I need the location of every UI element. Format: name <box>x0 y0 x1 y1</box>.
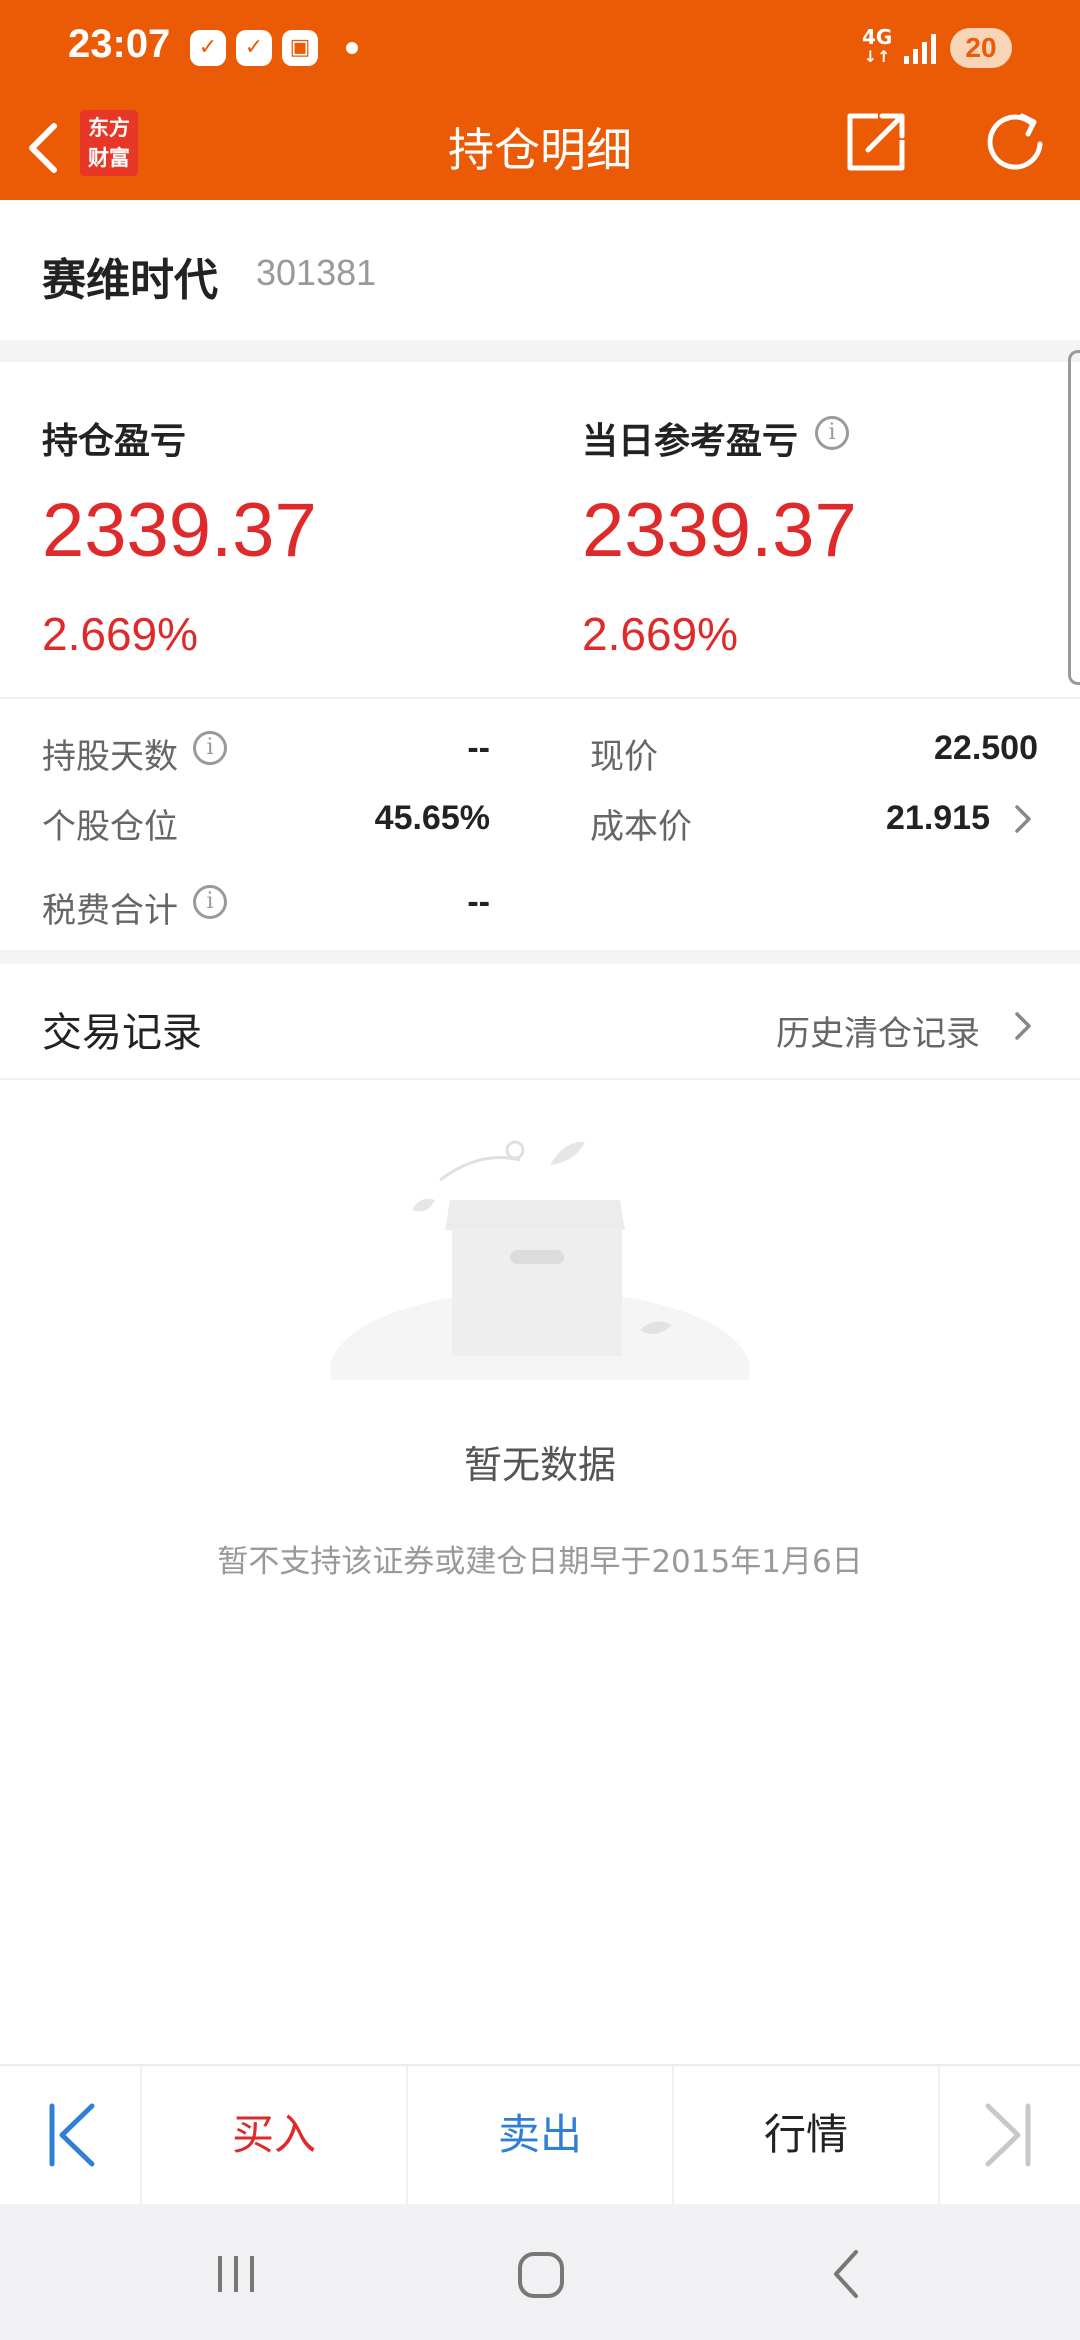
info-icon[interactable]: i <box>815 416 849 450</box>
skip-next-icon <box>985 2103 1031 2167</box>
current-price-label: 现价 <box>590 737 658 777</box>
refresh-icon[interactable] <box>978 104 1054 180</box>
chevron-right-icon[interactable] <box>1008 799 1038 839</box>
pnl-section: 持仓盈亏 2339.37 2.669% 当日参考盈亏 i 2339.37 2.6… <box>0 362 1080 697</box>
previous-stock-button[interactable] <box>0 2066 142 2204</box>
empty-state-note: 暂不支持该证券或建仓日期早于2015年1月6日 <box>217 1544 863 1580</box>
current-price-value: 22.500 <box>934 729 1038 767</box>
system-navigation-bar <box>0 2204 1080 2340</box>
gallery-scan-icon: ▣ <box>282 30 318 66</box>
recent-apps-icon[interactable] <box>212 2252 260 2296</box>
history-clearance-link[interactable]: 历史清仓记录 <box>776 1006 980 1055</box>
section-divider <box>0 950 1080 964</box>
position-ratio-label: 个股仓位 <box>42 807 178 847</box>
empty-box-illustration <box>330 1140 750 1380</box>
app-header: 23:07 ✓ ✓ ▣ 4G ↓↑ 20 东方 财富 持仓明细 <box>0 0 1080 200</box>
section-divider <box>0 340 1080 362</box>
cost-price-label[interactable]: 成本价 <box>590 799 692 848</box>
battery-indicator: 20 <box>950 28 1012 68</box>
daily-pnl-percent: 2.669% <box>582 608 739 660</box>
network-type: 4G ↓↑ <box>862 25 893 66</box>
skip-previous-icon <box>49 2103 95 2167</box>
next-stock-button[interactable] <box>940 2066 1080 2204</box>
chevron-right-icon[interactable] <box>1008 1006 1038 1046</box>
empty-state-title: 暂无数据 <box>463 1443 616 1487</box>
share-icon[interactable] <box>838 104 914 180</box>
stock-code: 301381 <box>256 252 377 293</box>
status-time: 23:07 <box>68 22 171 66</box>
notification-check-icon: ✓ <box>236 30 272 66</box>
hold-days-label: 持股天数 <box>42 737 178 777</box>
status-bar: 23:07 ✓ ✓ ▣ 4G ↓↑ 20 <box>0 0 1080 96</box>
position-pnl-percent: 2.669% <box>42 608 199 660</box>
position-pnl-value: 2339.37 <box>42 488 317 573</box>
nav-bar: 东方 财富 持仓明细 <box>0 96 1080 200</box>
home-icon[interactable] <box>516 2250 566 2300</box>
info-icon[interactable]: i <box>193 885 227 919</box>
fees-total-label: 税费合计 <box>42 891 178 931</box>
stock-header: 赛维时代 301381 <box>0 200 1080 340</box>
page-title: 持仓明细 <box>448 123 632 177</box>
stock-name: 赛维时代 <box>42 255 218 306</box>
scroll-indicator[interactable] <box>1068 350 1080 685</box>
position-ratio-value: 45.65% <box>374 799 490 837</box>
signal-icon <box>904 34 936 64</box>
position-pnl-label: 持仓盈亏 <box>42 421 187 462</box>
daily-pnl-label: 当日参考盈亏 <box>582 421 799 462</box>
cost-price-value[interactable]: 21.915 <box>800 799 990 838</box>
position-details: 持股天数 i -- 现价 22.500 个股仓位 45.65% 成本价 21.9… <box>0 699 1080 950</box>
trade-record-title: 交易记录 <box>42 1010 202 1056</box>
sell-button[interactable]: 卖出 <box>408 2066 674 2204</box>
notification-dot-icon <box>346 42 358 54</box>
hold-days-value: -- <box>467 729 490 767</box>
system-back-icon[interactable] <box>828 2248 864 2300</box>
trade-record-header: 交易记录 历史清仓记录 <box>0 964 1080 1080</box>
daily-pnl-value: 2339.37 <box>582 488 857 573</box>
quote-button[interactable]: 行情 <box>674 2066 940 2204</box>
buy-button[interactable]: 买入 <box>142 2066 408 2204</box>
fees-total-value: -- <box>467 883 490 921</box>
action-bar: 买入 卖出 行情 <box>0 2064 1080 2204</box>
notification-check-icon: ✓ <box>190 30 226 66</box>
info-icon[interactable]: i <box>193 731 227 765</box>
